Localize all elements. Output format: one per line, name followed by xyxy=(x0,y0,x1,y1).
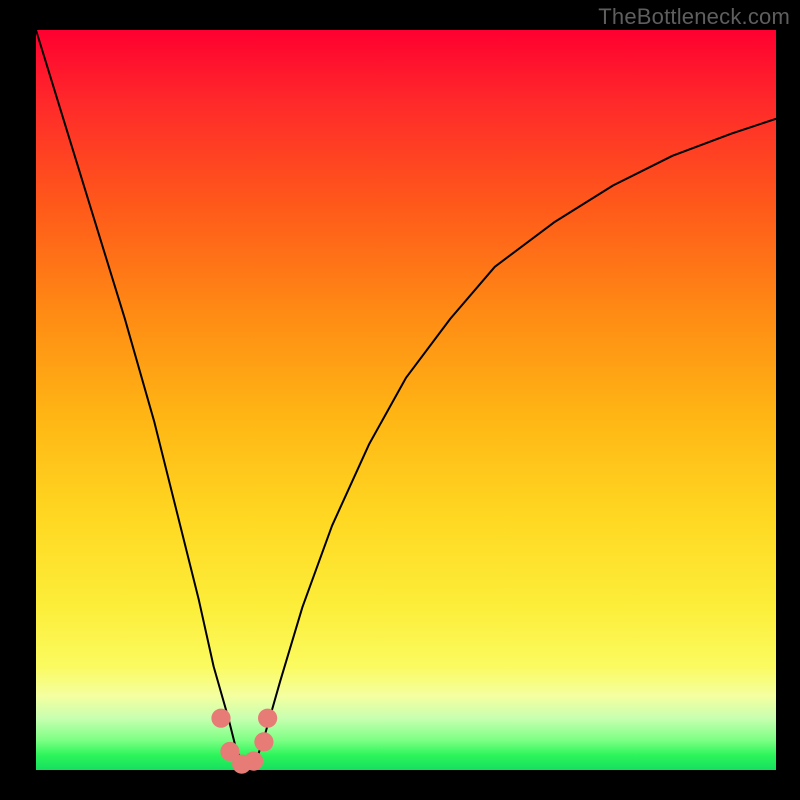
highlight-dot xyxy=(258,709,277,728)
highlight-dot xyxy=(244,752,263,771)
watermark-text: TheBottleneck.com xyxy=(598,4,790,30)
highlight-dot xyxy=(211,709,230,728)
chart-frame: TheBottleneck.com xyxy=(0,0,800,800)
curve-layer xyxy=(0,0,800,800)
bottleneck-curve xyxy=(36,30,776,766)
highlight-dot xyxy=(254,732,273,751)
marker-group xyxy=(211,709,277,774)
